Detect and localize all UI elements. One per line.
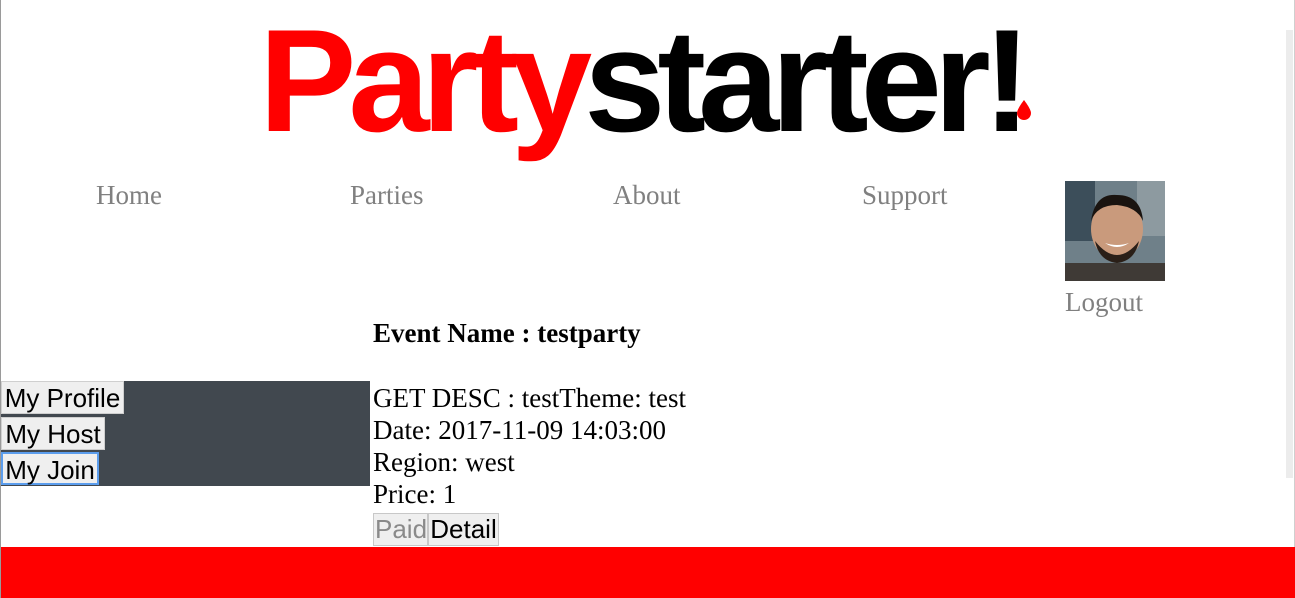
partystarter-logo[interactable]: Partystarter! xyxy=(259,6,1059,156)
event-title: Event Name : testparty xyxy=(373,318,641,348)
event-region: Region: west xyxy=(373,447,515,477)
logout-link[interactable]: Logout xyxy=(1065,287,1143,318)
footer-bar xyxy=(1,547,1295,598)
sidebar-my-join-button[interactable]: My Join xyxy=(1,452,99,485)
user-avatar[interactable] xyxy=(1065,181,1165,281)
nav-about[interactable]: About xyxy=(613,180,681,211)
paid-button[interactable]: Paid xyxy=(373,513,428,546)
logo-text-starter: starter xyxy=(584,0,990,162)
scrollbar[interactable] xyxy=(1286,30,1293,478)
event-price: Price: 1 xyxy=(373,479,457,509)
event-date: Date: 2017-11-09 14:03:00 xyxy=(373,415,666,445)
nav-support[interactable]: Support xyxy=(862,180,948,211)
nav-parties[interactable]: Parties xyxy=(350,180,424,211)
logo-text-exclaim: ! xyxy=(982,0,1032,162)
logo-text-party: Party xyxy=(259,0,592,162)
nav-home[interactable]: Home xyxy=(96,180,162,211)
detail-button[interactable]: Detail xyxy=(428,513,499,546)
event-description: GET DESC : testTheme: test xyxy=(373,383,686,413)
sidebar-my-profile-button[interactable]: My Profile xyxy=(1,381,124,414)
sidebar-my-host-button[interactable]: My Host xyxy=(1,417,105,450)
